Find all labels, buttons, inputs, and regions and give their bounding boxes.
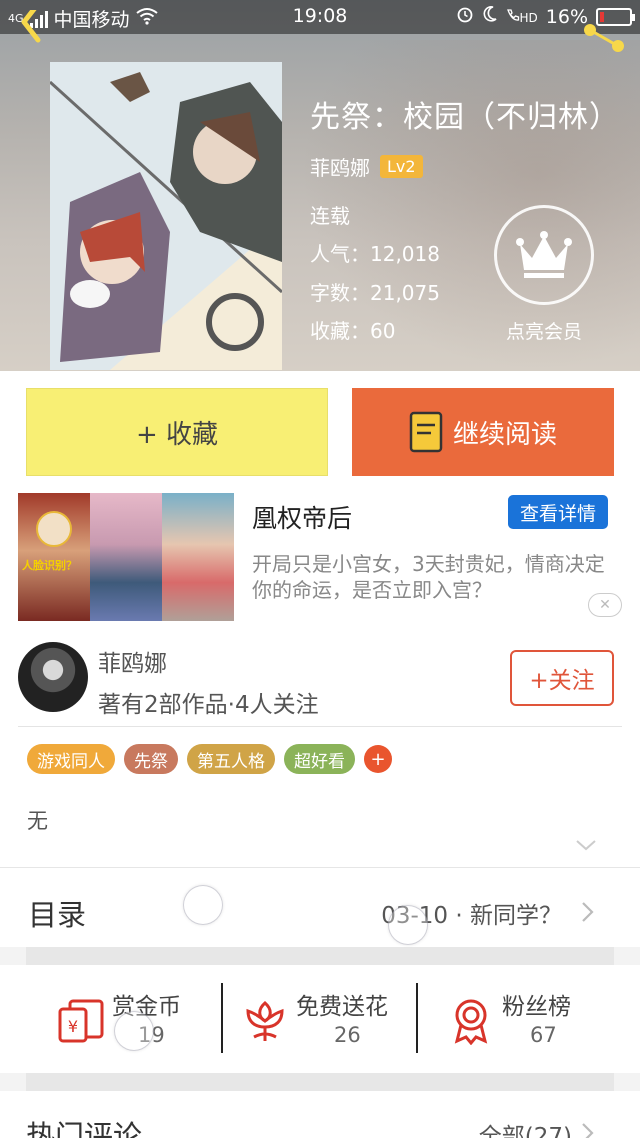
book-icon <box>409 411 443 453</box>
moon-icon <box>482 5 498 28</box>
chevron-right-icon <box>582 1123 594 1138</box>
section-gap <box>26 1073 614 1091</box>
book-author[interactable]: 菲鸥娜 <box>310 152 370 181</box>
vip-label: 点亮会员 <box>505 321 582 343</box>
all-comments-link[interactable]: 全部(27) <box>479 1117 572 1138</box>
tags-intro-section: 游戏同人 先祭 第五人格 超好看 + 无 <box>0 727 640 867</box>
tag-list: 游戏同人 先祭 第五人格 超好看 + <box>27 744 392 774</box>
book-favorites: 收藏：60 <box>310 319 396 343</box>
book-intro: 无 <box>27 809 48 833</box>
vip-member-button[interactable]: 点亮会员 <box>492 205 596 345</box>
ad-image[interactable]: 人脸识别？ <box>18 493 234 621</box>
fan-ranking-button[interactable]: 粉丝榜 67 <box>446 983 596 1055</box>
tag-chip[interactable]: 第五人格 <box>187 744 275 774</box>
fan-ranking-label: 粉丝榜 <box>502 994 571 1020</box>
section-gap <box>26 947 614 965</box>
author-level-badge: Lv2 <box>380 155 423 178</box>
hd-call-icon: HD <box>506 8 538 25</box>
hot-comments-header[interactable]: 热门评论 全部(27) <box>0 1091 640 1138</box>
status-bar: 4G 中国移动 19:08 HD 16% <box>0 0 640 34</box>
divider <box>221 983 223 1053</box>
touch-indicator <box>388 905 428 945</box>
crown-icon <box>516 231 572 278</box>
ad-detail-button[interactable]: 查看详情 <box>508 495 608 529</box>
close-icon[interactable]: ✕ <box>588 593 622 617</box>
action-bar: + 收藏 继续阅读 <box>0 371 640 483</box>
favorite-button[interactable]: + 收藏 <box>26 388 328 476</box>
divider <box>416 983 418 1053</box>
author-info: 著有2部作品·4人关注 <box>98 692 319 718</box>
cover-illustration <box>50 62 282 370</box>
back-arrow-icon <box>21 1 41 43</box>
svg-text:¥: ¥ <box>68 1017 78 1036</box>
add-tag-button[interactable]: + <box>364 745 392 773</box>
expand-intro-button[interactable] <box>574 837 598 853</box>
ad-banner[interactable]: 人脸识别？ 凰权帝后 查看详情 开局只是小宫女，3天封贵妃，情商决定你的命运，是… <box>0 483 640 631</box>
tag-chip[interactable]: 先祭 <box>124 744 178 774</box>
ad-image-caption: 人脸识别？ <box>22 559 77 572</box>
hot-comments-title: 热门评论 <box>26 1119 143 1138</box>
book-header: 4G 中国移动 19:08 HD 16% 先祭：校园（不归林） 菲鸥娜 Lv2 … <box>0 0 640 371</box>
rewards-row: ¥ 赏金币 19 免费送花 26 粉丝榜 67 <box>0 965 640 1073</box>
continue-reading-label: 继续阅读 <box>452 419 557 450</box>
flower-icon <box>246 1001 284 1041</box>
avatar[interactable] <box>18 642 88 712</box>
chevron-right-icon <box>582 902 594 922</box>
touch-indicator <box>183 885 223 925</box>
ad-description: 开局只是小宫女，3天封贵妃，情商决定你的命运，是否立即入宫？ <box>252 552 605 602</box>
alarm-icon <box>456 5 474 28</box>
reward-flower-button[interactable]: 免费送花 26 <box>240 983 410 1055</box>
book-title: 先祭：校园（不归林） <box>310 100 620 135</box>
share-icon <box>584 24 624 52</box>
author-name[interactable]: 菲鸥娜 <box>98 644 167 678</box>
reward-flower-label: 免费送花 <box>296 994 388 1020</box>
share-button[interactable] <box>580 16 628 56</box>
touch-indicator <box>114 1011 154 1051</box>
award-badge-icon <box>454 999 488 1045</box>
hd-badge: HD <box>519 11 538 25</box>
catalog-row[interactable]: 目录 03-10 · 新同学？ <box>0 867 640 947</box>
tag-chip[interactable]: 超好看 <box>284 744 355 774</box>
ad-title: 凰权帝后 <box>252 504 353 533</box>
continue-reading-button[interactable]: 继续阅读 <box>352 388 614 476</box>
back-button[interactable] <box>16 1 50 54</box>
chevron-down-icon <box>576 840 596 851</box>
book-word-count: 字数：21,075 <box>310 281 440 305</box>
tag-chip[interactable]: 游戏同人 <box>27 744 115 774</box>
reward-flower-count: 26 <box>334 1023 361 1047</box>
author-card: 菲鸥娜 著有2部作品·4人关注 +关注 <box>0 631 640 727</box>
catalog-title: 目录 <box>28 898 87 932</box>
fan-ranking-count: 67 <box>530 1023 557 1047</box>
follow-button[interactable]: +关注 <box>510 650 614 706</box>
book-status: 连载 <box>310 204 350 228</box>
book-popularity: 人气：12,018 <box>310 242 440 266</box>
book-cover-image[interactable] <box>50 62 282 370</box>
red-envelope-icon: ¥ <box>58 999 104 1043</box>
